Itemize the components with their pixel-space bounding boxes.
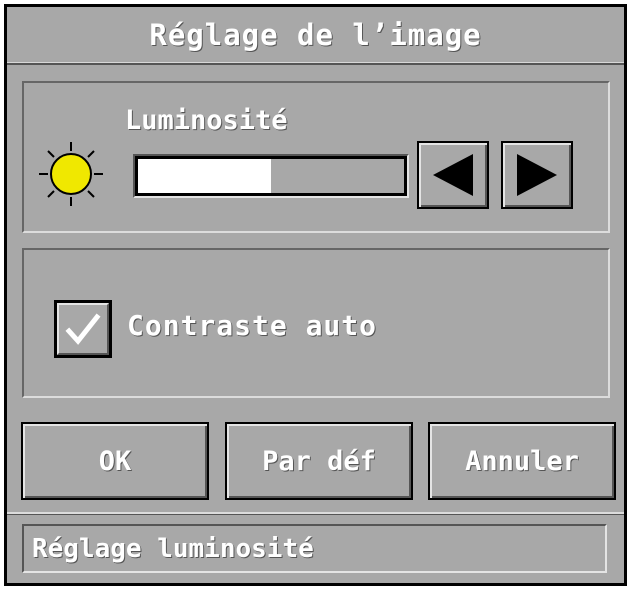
dialog-title: Réglage de l’image bbox=[149, 18, 482, 52]
auto-contrast-checkbox-box bbox=[57, 303, 109, 355]
default-button[interactable]: Par déf bbox=[225, 422, 413, 500]
checkmark-icon bbox=[65, 313, 101, 345]
brightness-group: Luminosité bbox=[22, 81, 610, 233]
status-field: Réglage luminosité bbox=[22, 524, 607, 573]
ok-button[interactable]: OK bbox=[21, 422, 209, 500]
image-settings-dialog: Réglage de l’image Luminosité Contraste … bbox=[4, 4, 627, 586]
brightness-slider-fill bbox=[138, 159, 271, 193]
status-bar: Réglage luminosité bbox=[7, 512, 624, 583]
contrast-group: Contraste auto bbox=[22, 248, 610, 398]
brightness-label: Luminosité bbox=[125, 105, 288, 136]
sun-icon bbox=[39, 142, 103, 206]
auto-contrast-checkbox[interactable] bbox=[54, 300, 112, 358]
status-text: Réglage luminosité bbox=[32, 533, 314, 564]
decrease-brightness-button[interactable] bbox=[417, 141, 489, 209]
auto-contrast-label[interactable]: Contraste auto bbox=[127, 309, 377, 342]
title-bar[interactable]: Réglage de l’image bbox=[7, 7, 624, 65]
increase-brightness-button[interactable] bbox=[501, 141, 573, 209]
brightness-slider[interactable] bbox=[133, 154, 409, 198]
cancel-button[interactable]: Annuler bbox=[428, 422, 616, 500]
triangle-right-icon bbox=[517, 154, 557, 196]
triangle-left-icon bbox=[433, 154, 473, 196]
brightness-slider-track bbox=[138, 159, 404, 193]
